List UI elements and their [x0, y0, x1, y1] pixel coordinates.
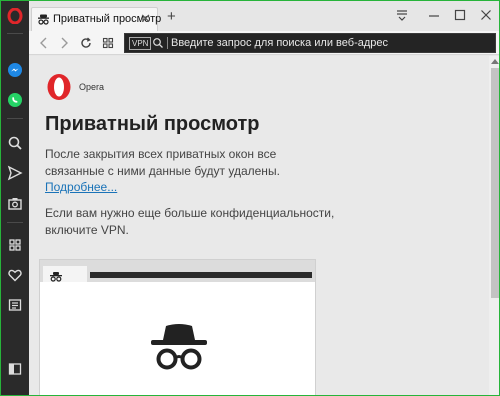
send-icon[interactable]: [4, 162, 26, 184]
whatsapp-icon[interactable]: [4, 89, 26, 111]
page-content: Opera Приватный просмотр После закрытия …: [29, 56, 489, 395]
camera-icon[interactable]: [4, 192, 26, 214]
forward-button[interactable]: [55, 34, 73, 52]
news-icon[interactable]: [4, 294, 26, 316]
illustration-tab: [43, 266, 87, 282]
intro-text: После закрытия всех приватных окон все с…: [45, 147, 280, 178]
address-bar[interactable]: VPN: [124, 33, 496, 53]
maximize-button[interactable]: [449, 4, 471, 26]
opera-logo-icon[interactable]: [4, 5, 26, 27]
address-input[interactable]: [171, 34, 491, 52]
sidebar: [1, 1, 29, 395]
private-mode-icon: [37, 13, 50, 26]
scroll-up-icon[interactable]: [491, 58, 499, 66]
sidebar-divider: [7, 118, 23, 119]
search-icon: [152, 36, 164, 54]
page-scrollbar[interactable]: [489, 56, 499, 395]
back-button[interactable]: [35, 34, 53, 52]
tab-close-button[interactable]: ✕: [140, 11, 151, 27]
vpn-badge[interactable]: VPN: [129, 37, 152, 50]
address-divider: [167, 37, 168, 49]
address-toolbar: VPN: [29, 31, 499, 55]
page-title: Приватный просмотр: [45, 113, 260, 135]
messenger-icon[interactable]: [4, 59, 26, 81]
speed-dial-button[interactable]: [99, 34, 117, 52]
incognito-icon: [148, 322, 210, 377]
private-mode-icon: [49, 269, 63, 287]
tab-private-browsing[interactable]: Приватный просмотр ✕: [31, 7, 161, 31]
reload-button[interactable]: [77, 34, 95, 52]
logo-text: Opera: [79, 82, 105, 92]
scrollbar-thumb[interactable]: [491, 68, 499, 298]
sidebar-divider: [7, 33, 23, 34]
search-icon[interactable]: [4, 132, 26, 154]
opera-logo-icon: [45, 73, 73, 101]
sidebar-divider: [7, 222, 23, 223]
illustration-tab-bar: [40, 260, 315, 282]
minimize-button[interactable]: [423, 4, 445, 26]
heart-icon[interactable]: [4, 264, 26, 286]
browser-window: Приватный просмотр ✕ + VPN Введите запро…: [0, 0, 500, 396]
new-tab-button[interactable]: +: [167, 9, 176, 25]
vpn-text: Если вам нужно еще больше конфиденциальн…: [45, 206, 335, 237]
illustration-address-bar: [90, 272, 312, 278]
speed-dial-icon[interactable]: [4, 234, 26, 256]
private-window-illustration: [39, 259, 316, 395]
tab-bar: Приватный просмотр ✕ +: [29, 1, 499, 31]
close-window-button[interactable]: [475, 4, 497, 26]
easy-setup-menu-icon[interactable]: [391, 4, 413, 26]
sidebar-toggle-icon[interactable]: [4, 358, 26, 380]
learn-more-link[interactable]: Подробнее...: [45, 180, 117, 194]
